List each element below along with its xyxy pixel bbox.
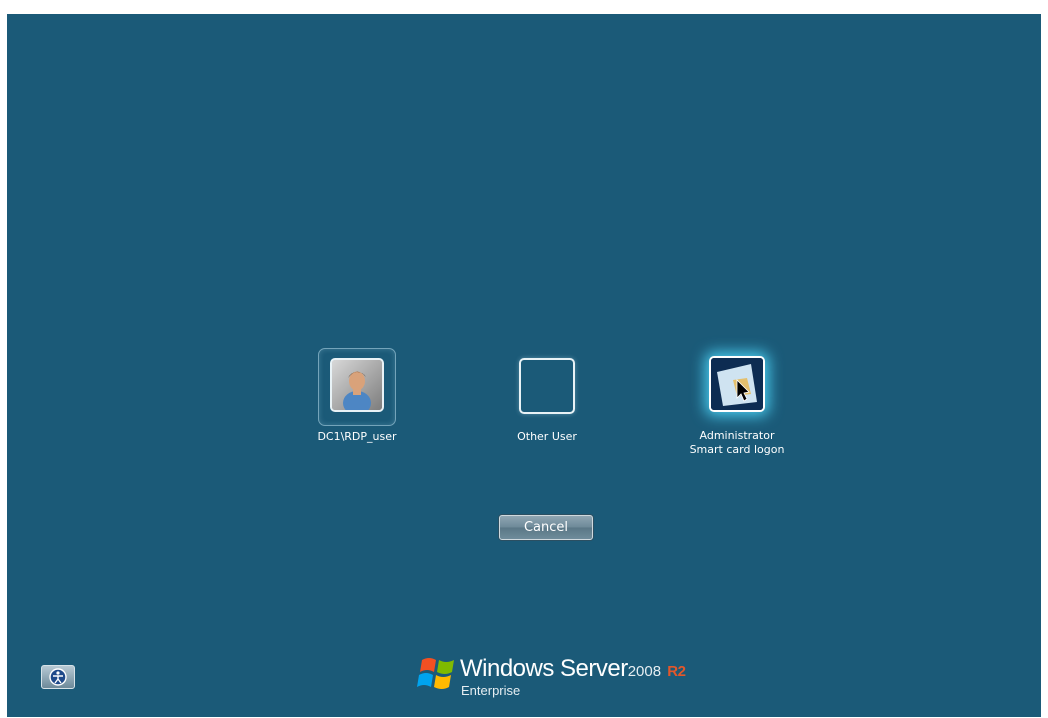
user-tile-label-subtitle: Smart card logon — [689, 443, 785, 456]
user-tile-label: DC1\RDP_user — [317, 430, 397, 443]
product-version: 2008 — [627, 663, 662, 680]
ease-of-access-icon — [49, 668, 67, 686]
user-avatar-icon — [330, 358, 384, 412]
user-tile-other-user[interactable]: Other User — [462, 352, 632, 452]
smart-card-icon — [709, 356, 765, 412]
windows-branding: Windows Server2008 R2 Enterprise — [416, 654, 696, 704]
product-edition: Enterprise — [461, 683, 521, 698]
user-tile-rdp-user[interactable]: DC1\RDP_user — [272, 348, 442, 452]
product-release: R2 — [667, 663, 686, 680]
user-tile-label-name: Administrator — [699, 429, 775, 442]
logon-screen: DC1\RDP_user Other User Administrator Sm… — [7, 14, 1041, 717]
cancel-button[interactable]: Cancel — [499, 515, 593, 540]
ease-of-access-button[interactable] — [41, 665, 75, 689]
blank-user-icon — [519, 358, 575, 414]
user-tile-label: Other User — [517, 430, 577, 443]
product-name-text: Windows Server — [460, 655, 628, 682]
windows-flag-logo — [417, 658, 454, 689]
user-tile-administrator-smartcard[interactable]: Administrator Smart card logon — [652, 352, 822, 462]
